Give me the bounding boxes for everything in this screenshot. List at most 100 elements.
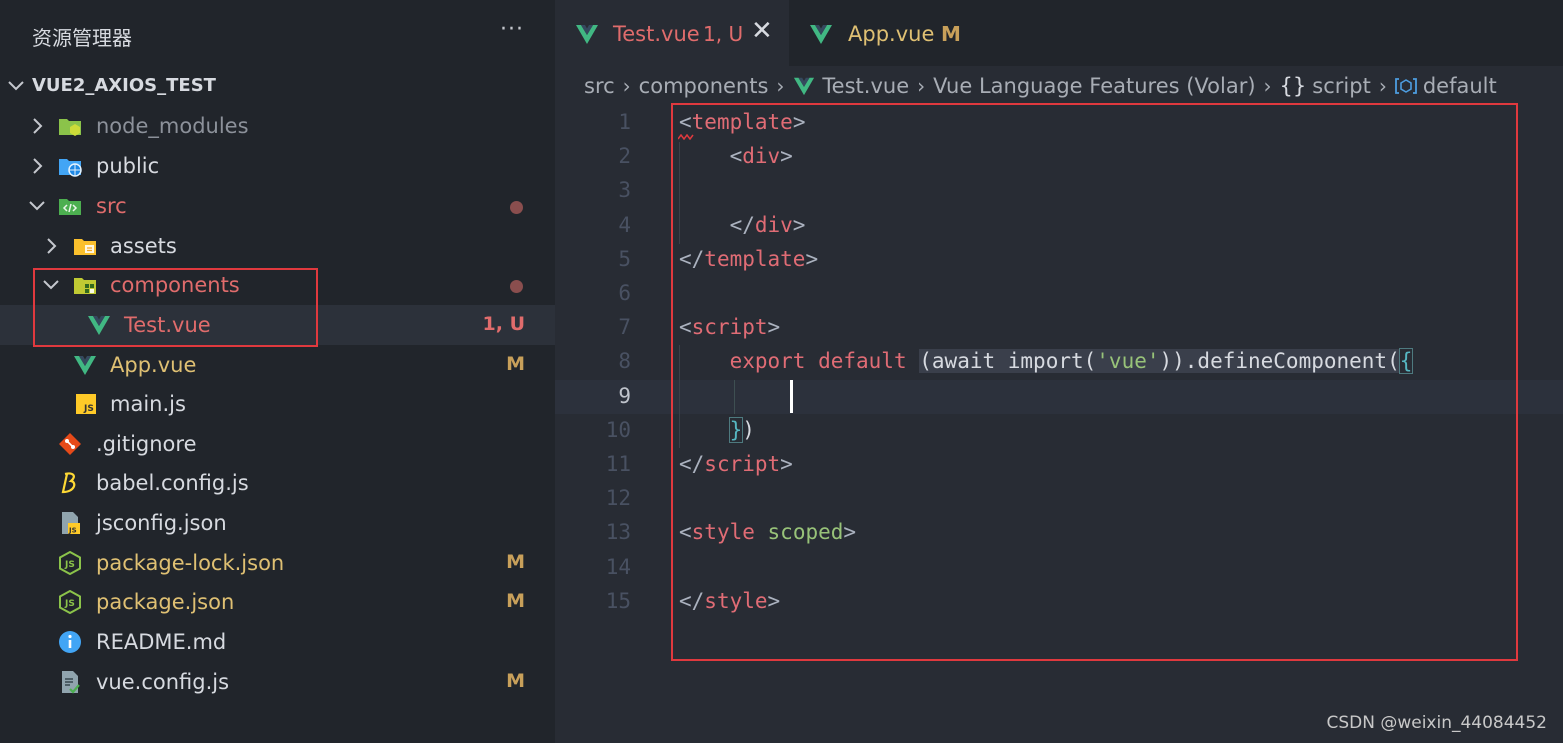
git-status-badge: M [506,353,525,375]
breadcrumb-item[interactable]: components [639,74,769,98]
tree-item-babel-config[interactable]: babel.config.js [0,463,555,503]
line-number: 15 [605,589,631,613]
line-number: 3 [618,178,631,202]
tree-item-jsconfig[interactable]: JS jsconfig.json [0,503,555,543]
close-icon[interactable]: ✕ [751,16,773,46]
tab-app-vue[interactable]: App.vue M [789,0,1013,66]
public-folder-icon [59,159,82,177]
symbol-variable-icon [1394,78,1417,94]
line-number: 5 [618,247,631,271]
tree-item-package-lock[interactable]: JS package-lock.json M [0,543,555,583]
tree-item-label: public [96,154,160,178]
svg-text:JS: JS [68,527,77,535]
git-status-badge: M [506,670,525,692]
tab-label: Test.vue [613,22,700,46]
line-number: 14 [605,555,631,579]
chevron-right-icon: › [622,74,631,98]
tree-item-src[interactable]: src [0,186,555,226]
tree-item-node-modules[interactable]: node_modules [0,106,555,146]
git-status-badge: M [506,590,525,612]
node-folder-icon [59,119,81,136]
editor-tab-bar: Test.vue 1, U ✕ App.vue M [555,0,1563,66]
highlight-box [33,268,318,347]
chevron-down-icon [29,201,45,211]
tree-item-main-js[interactable]: JS main.js [0,384,555,424]
highlight-box [671,103,1518,661]
breadcrumb-item[interactable]: Vue Language Features (Volar) [933,74,1255,98]
tree-item-label: App.vue [110,353,197,377]
tab-test-vue[interactable]: Test.vue 1, U ✕ [555,0,789,66]
breadcrumb-item[interactable]: src [584,74,615,98]
tab-label: App.vue [848,22,935,46]
explorer-sidebar: 资源管理器 ··· VUE2_AXIOS_TEST node_modules p… [0,0,555,743]
jsconfig-icon: JS [62,512,80,535]
node-json-icon: JS [59,551,81,575]
tree-item-label: babel.config.js [96,471,249,495]
chevron-right-icon: › [1263,74,1272,98]
chevron-down-icon [8,81,24,91]
tree-item-label: assets [110,234,177,258]
vue-icon [810,25,832,44]
tree-item-label: .gitignore [96,432,197,456]
tree-item-label: node_modules [96,114,249,138]
line-number: 13 [605,520,631,544]
workspace-root[interactable]: VUE2_AXIOS_TEST [0,66,555,106]
config-icon [62,671,80,694]
chevron-right-icon [47,238,57,254]
breadcrumb-item[interactable]: script [1312,74,1371,98]
tree-item-package-json[interactable]: JS package.json M [0,582,555,622]
line-number: 7 [618,315,631,339]
svg-text:JS: JS [83,404,94,414]
tree-item-vue-config[interactable]: vue.config.js M [0,662,555,702]
chevron-right-icon: › [917,74,926,98]
assets-folder-icon [74,239,96,255]
tree-item-assets[interactable]: assets [0,226,555,266]
line-number: 1 [618,110,631,134]
more-actions-icon[interactable]: ··· [500,17,524,42]
line-number: 8 [618,349,631,373]
line-number: 2 [618,144,631,168]
git-status-badge: M [506,551,525,573]
tree-item-label: vue.config.js [96,670,230,694]
vue-icon [576,25,598,44]
workspace-root-label: VUE2_AXIOS_TEST [32,75,216,96]
modified-dot-icon [510,201,523,214]
line-number: 11 [605,452,631,476]
chevron-right-icon: › [1378,74,1387,98]
tree-item-label: package-lock.json [96,551,285,575]
git-icon [59,433,81,455]
tree-item-label: main.js [110,392,186,416]
braces-icon: {} [1279,74,1307,98]
breadcrumb-item[interactable]: Test.vue [822,74,909,98]
git-status-badge: 1, U [482,313,525,335]
tree-item-readme[interactable]: README.md [0,622,555,662]
src-folder-icon [59,199,81,215]
line-number: 9 [618,384,631,408]
tree-item-label: src [96,194,127,218]
tree-item-public[interactable]: public [0,146,555,186]
line-number: 4 [618,213,631,237]
vue-icon [794,77,815,96]
line-number: 6 [618,281,631,305]
babel-icon [61,472,76,494]
tab-status: 1, U [703,22,744,46]
modified-dot-icon [510,280,523,293]
node-json-icon: JS [59,590,81,614]
tree-item-app-vue[interactable]: App.vue M [0,345,555,385]
breadcrumb-item[interactable]: default [1423,74,1497,98]
tab-status: M [941,22,961,46]
breadcrumb: src › components › Test.vue › Vue Langua… [584,74,1497,98]
explorer-title: 资源管理器 [32,26,132,50]
js-icon: JS [76,394,96,414]
watermark: CSDN @weixin_44084452 [1326,713,1547,733]
chevron-right-icon [33,158,43,174]
line-number: 10 [605,418,631,442]
svg-text:JS: JS [64,599,75,609]
line-number: 12 [605,486,631,510]
tree-item-gitignore[interactable]: .gitignore [0,424,555,464]
chevron-right-icon: › [776,74,785,98]
chevron-right-icon [33,118,43,134]
tree-item-label: jsconfig.json [96,511,227,535]
svg-text:JS: JS [64,560,75,570]
vue-icon [74,356,96,375]
